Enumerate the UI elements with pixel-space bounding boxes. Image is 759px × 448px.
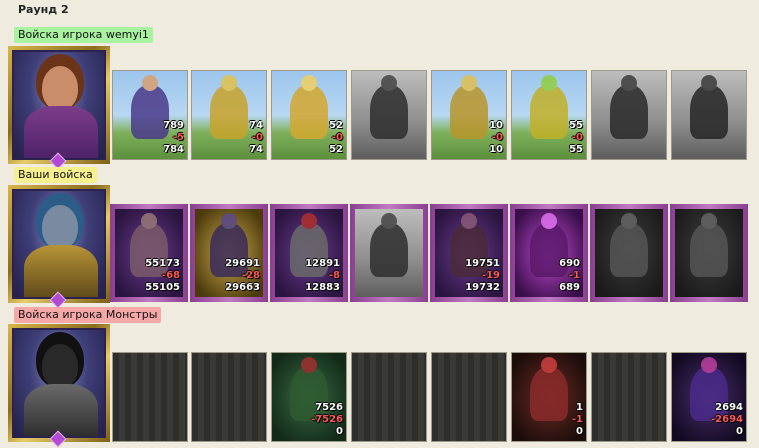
unit-slot-4[interactable] [351, 70, 427, 160]
unit-remaining: 12883 [305, 282, 340, 293]
unit-slot-7[interactable] [591, 70, 667, 160]
unit-remaining: 784 [163, 144, 184, 155]
unit-loss: -0 [251, 132, 263, 143]
unit-remaining: 74 [249, 144, 263, 155]
row-label-monsters: Войска игрока Монстры [14, 307, 162, 323]
unit-loss: -1 [571, 414, 583, 425]
unit-loss: -0 [571, 132, 583, 143]
unit-slot-1[interactable] [112, 352, 188, 442]
unit-slot-3[interactable]: 7526 -7526 0 [271, 352, 347, 442]
unit-loss: -8 [328, 270, 340, 281]
unit-remaining: 689 [559, 282, 580, 293]
unit-slot-5[interactable]: 19751 -19 19732 [430, 204, 508, 302]
golden-cavalier-icon [290, 75, 328, 139]
gray-spider-icon [690, 213, 728, 277]
unit-slot-5[interactable] [431, 352, 507, 442]
unit-slot-2[interactable] [191, 352, 267, 442]
unit-remaining: 52 [329, 144, 343, 155]
gray-pegasus-icon [370, 75, 408, 139]
unit-slot-3[interactable]: 52 -0 52 [271, 70, 347, 160]
fire-imp-icon [530, 357, 568, 421]
hero-portrait-yours[interactable] [8, 185, 110, 309]
unit-slot-8[interactable]: 2694 -2694 0 [671, 352, 747, 442]
unit-count: 690 [559, 258, 580, 269]
unit-count: 74 [249, 120, 263, 131]
golden-knight-icon [210, 75, 248, 139]
unit-slot-6[interactable]: 690 -1 689 [510, 204, 588, 302]
unit-loss: -7526 [311, 414, 343, 425]
unit-remaining: 0 [736, 426, 743, 437]
gray-hooded-icon [610, 213, 648, 277]
gray-reaper-icon [690, 75, 728, 139]
round-title: Раунд 2 [18, 3, 69, 16]
unit-count: 1 [576, 402, 583, 413]
unit-loss: -28 [241, 270, 260, 281]
crossbowman-icon [450, 75, 488, 139]
unit-slot-7[interactable] [591, 352, 667, 442]
unit-count: 12891 [305, 258, 340, 269]
unit-slot-1[interactable]: 55173 -68 55105 [110, 204, 188, 302]
unit-slot-4[interactable] [350, 204, 428, 302]
hero-portrait-monsters[interactable] [8, 324, 110, 448]
unit-slot-6[interactable]: 55 -0 55 [511, 70, 587, 160]
empty-slot-icon [432, 353, 506, 441]
empty-slot-icon [592, 353, 666, 441]
unit-loss: -0 [491, 132, 503, 143]
gray-warrior-icon [610, 75, 648, 139]
unit-remaining: 0 [576, 426, 583, 437]
unit-loss: -68 [161, 270, 180, 281]
unit-slot-3[interactable]: 12891 -8 12883 [270, 204, 348, 302]
monk-icon [530, 75, 568, 139]
empty-slot-icon [192, 353, 266, 441]
unit-count: 7526 [315, 402, 343, 413]
unit-remaining: 55105 [145, 282, 180, 293]
unit-slot-8[interactable] [671, 70, 747, 160]
unit-loss: -2694 [711, 414, 743, 425]
unit-count: 29691 [225, 258, 260, 269]
unit-loss: -1 [568, 270, 580, 281]
unit-slot-1[interactable]: 789 -5 784 [112, 70, 188, 160]
unit-remaining: 55 [569, 144, 583, 155]
empty-slot-icon [352, 353, 426, 441]
row-label-player-wemyi1: Войска игрока wemyi1 [14, 27, 153, 43]
unit-slot-4[interactable] [351, 352, 427, 442]
hero-portrait-wemyi1[interactable] [8, 46, 110, 170]
unit-remaining: 0 [336, 426, 343, 437]
unit-count: 52 [329, 120, 343, 131]
row-label-your-troops: Ваши войска [14, 167, 97, 183]
unit-slot-6[interactable]: 1 -1 0 [511, 352, 587, 442]
unit-remaining: 19732 [465, 282, 500, 293]
empty-slot-icon [113, 353, 187, 441]
unit-loss: -0 [331, 132, 343, 143]
unit-count: 55173 [145, 258, 180, 269]
unit-remaining: 10 [489, 144, 503, 155]
unit-count: 10 [489, 120, 503, 131]
unit-slot-7[interactable] [590, 204, 668, 302]
unit-slot-2[interactable]: 29691 -28 29663 [190, 204, 268, 302]
unit-count: 55 [569, 120, 583, 131]
unit-slot-5[interactable]: 10 -0 10 [431, 70, 507, 160]
unit-remaining: 29663 [225, 282, 260, 293]
unit-loss: -5 [172, 132, 184, 143]
unit-count: 2694 [715, 402, 743, 413]
unit-count: 789 [163, 120, 184, 131]
gray-harpy-icon [370, 213, 408, 277]
unit-slot-2[interactable]: 74 -0 74 [191, 70, 267, 160]
unit-count: 19751 [465, 258, 500, 269]
unit-loss: -19 [481, 270, 500, 281]
unit-slot-8[interactable] [670, 204, 748, 302]
